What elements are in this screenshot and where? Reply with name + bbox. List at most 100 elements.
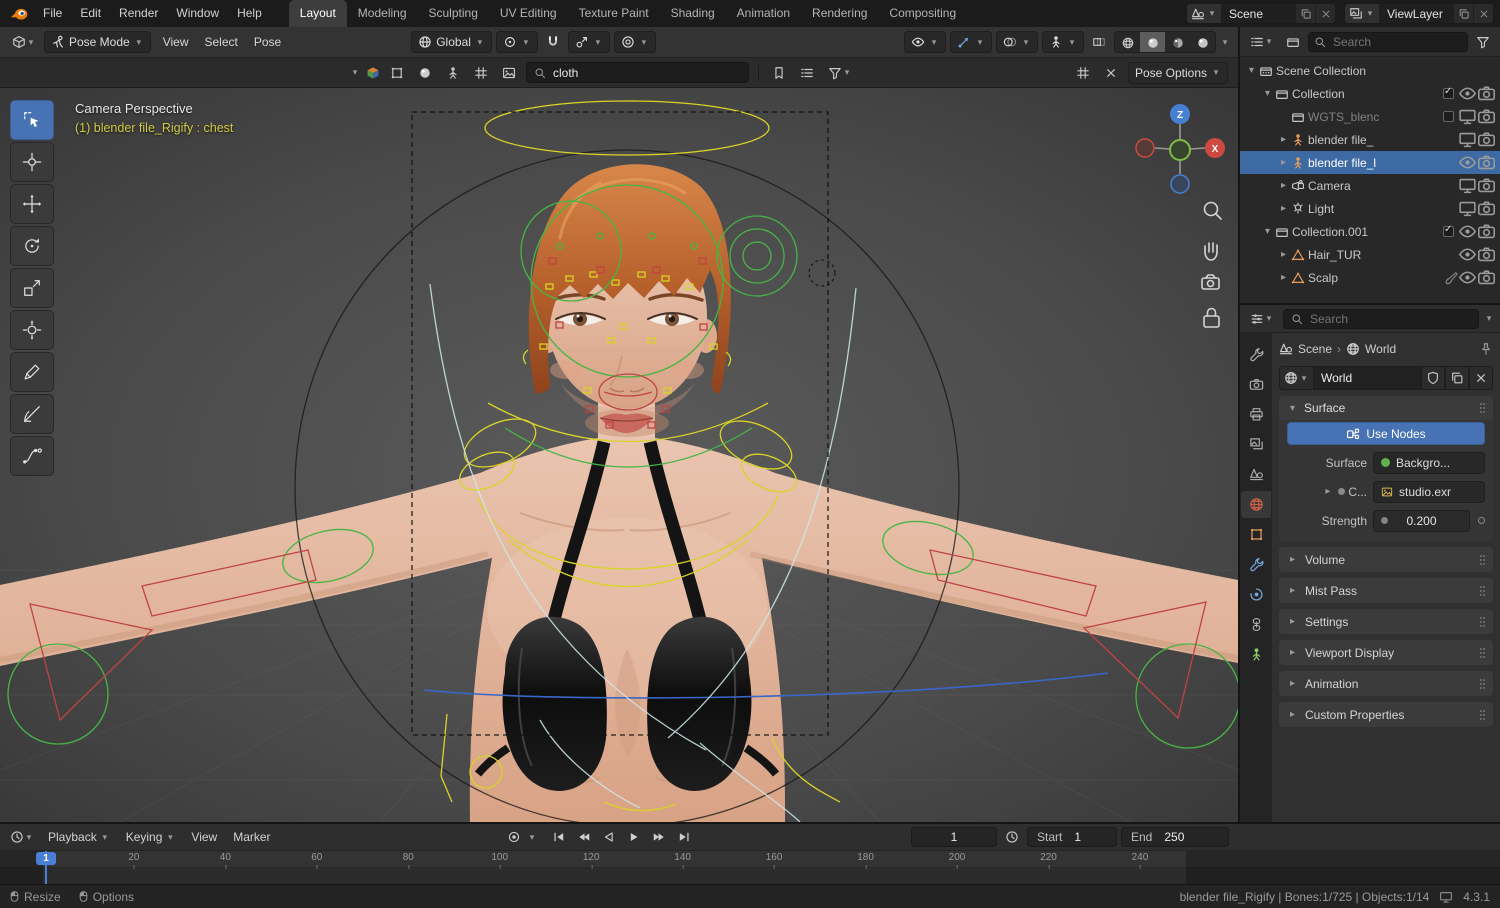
workspace-tab-texture-paint[interactable]: Texture Paint xyxy=(568,0,660,27)
axis-y-ball[interactable] xyxy=(1169,139,1191,161)
panel-settings[interactable]: ▸ Settings xyxy=(1279,609,1493,634)
workspace-tab-modeling[interactable]: Modeling xyxy=(347,0,418,27)
expander-icon[interactable]: ▾ xyxy=(1260,226,1275,237)
jump-end-button[interactable] xyxy=(672,827,696,847)
workspace-tab-rendering[interactable]: Rendering xyxy=(801,0,878,27)
sort-button[interactable] xyxy=(796,62,818,84)
workspace-tab-layout[interactable]: Layout xyxy=(288,0,347,27)
scene-name-field[interactable]: Scene xyxy=(1221,4,1295,23)
xray-toggle[interactable] xyxy=(1088,31,1110,53)
workspace-tab-sculpting[interactable]: Sculpting xyxy=(418,0,489,27)
camera-toggle[interactable] xyxy=(1477,222,1496,241)
outliner-display-button[interactable] xyxy=(1282,31,1304,53)
menu-help[interactable]: Help xyxy=(228,0,271,27)
strength-slider[interactable]: 0.200 xyxy=(1373,509,1470,532)
scene-browse-button[interactable] xyxy=(1187,4,1221,23)
playhead-badge[interactable]: 1 xyxy=(36,852,56,865)
outliner-row-scalp[interactable]: ▸ Scalp xyxy=(1240,266,1500,289)
playhead[interactable]: 1 xyxy=(36,851,56,884)
tool-tweak-button[interactable] xyxy=(10,100,54,140)
viewport-3d-scene[interactable]: Z X xyxy=(0,88,1238,822)
viewlayer-browse-button[interactable] xyxy=(1345,4,1379,23)
expander-icon[interactable]: ▸ xyxy=(1276,180,1291,191)
workspace-tab-uv-editing[interactable]: UV Editing xyxy=(489,0,568,27)
grip-icon[interactable] xyxy=(1478,584,1487,598)
grip-icon[interactable] xyxy=(1478,677,1487,691)
camera-toggle[interactable] xyxy=(1477,107,1496,126)
mode-dropdown[interactable]: Pose Mode xyxy=(44,31,151,53)
outliner-row-collection[interactable]: ▾ Collection xyxy=(1240,82,1500,105)
menu-render[interactable]: Render xyxy=(110,0,167,27)
outliner-row-wgts-blenc[interactable]: WGTS_blenc xyxy=(1240,105,1500,128)
orientation-dropdown[interactable]: Global xyxy=(411,31,492,53)
grip-icon[interactable] xyxy=(1478,615,1487,629)
eye-toggle[interactable] xyxy=(1458,153,1477,172)
surface-panel-header[interactable]: ▾ Surface xyxy=(1279,396,1493,420)
camera-toggle[interactable] xyxy=(1477,199,1496,218)
viewlayer-name-field[interactable]: ViewLayer xyxy=(1379,4,1453,23)
breadcrumb-world[interactable]: World xyxy=(1365,342,1396,356)
screen-toggle[interactable] xyxy=(1458,199,1477,218)
properties-tab-render[interactable] xyxy=(1241,371,1271,398)
visibility-dropdown[interactable] xyxy=(904,31,946,53)
axis-z-neg-ball[interactable] xyxy=(1170,174,1190,194)
timeline-ruler[interactable]: 20 40 60 80 100 120 140 160 180 200 220 240 xyxy=(0,851,1500,869)
animate-decorator[interactable] xyxy=(1478,517,1485,524)
tool-cursor-button[interactable] xyxy=(10,142,54,182)
tool-scale-button[interactable] xyxy=(10,268,54,308)
proportional-dropdown[interactable] xyxy=(613,31,656,53)
grip-icon[interactable] xyxy=(1478,708,1487,722)
timeline-track[interactable] xyxy=(0,868,1500,884)
shelf-search-input[interactable] xyxy=(551,64,741,81)
camera-toggle[interactable] xyxy=(1477,84,1496,103)
shelf-collapse-button[interactable] xyxy=(350,67,360,78)
screen-toggle[interactable] xyxy=(1458,130,1477,149)
viewlayer-delete-button[interactable] xyxy=(1473,4,1493,23)
pose-display-dropdown[interactable] xyxy=(1042,31,1084,53)
workspace-tab-animation[interactable]: Animation xyxy=(726,0,801,27)
properties-tab-object[interactable] xyxy=(1241,521,1271,548)
shading-options-button[interactable] xyxy=(1220,37,1230,48)
current-frame-field[interactable]: 1 xyxy=(911,827,997,847)
tool-annotate-button[interactable] xyxy=(10,352,54,392)
expander-icon[interactable]: ▾ xyxy=(1260,88,1275,99)
scene-delete-button[interactable] xyxy=(1315,4,1335,23)
properties-tab-modifiers[interactable] xyxy=(1241,551,1271,578)
properties-tab-data[interactable] xyxy=(1241,641,1271,668)
grip-icon[interactable] xyxy=(1478,401,1487,415)
properties-editor-button[interactable] xyxy=(1246,308,1278,330)
outliner-row-scene-collection[interactable]: ▾ Scene Collection xyxy=(1240,59,1500,82)
panel-mist-pass[interactable]: ▸ Mist Pass xyxy=(1279,578,1493,603)
eye-toggle[interactable] xyxy=(1458,84,1477,103)
timeline-menu-marker[interactable]: Marker xyxy=(225,824,278,850)
blender-logo-icon[interactable] xyxy=(6,4,32,24)
outliner-row-light[interactable]: ▸ Light xyxy=(1240,197,1500,220)
camera-toggle[interactable] xyxy=(1477,245,1496,264)
play-button[interactable] xyxy=(622,827,646,847)
editor-type-button[interactable] xyxy=(8,31,40,53)
tool-transform-button[interactable] xyxy=(10,310,54,350)
viewlayer-copy-button[interactable] xyxy=(1453,4,1473,23)
outliner-row-camera[interactable]: ▸ Camera xyxy=(1240,174,1500,197)
properties-options-button[interactable] xyxy=(1484,313,1494,324)
viewport-menu-select[interactable]: Select xyxy=(197,27,246,58)
eye-toggle[interactable] xyxy=(1458,222,1477,241)
camera-toggle[interactable] xyxy=(1477,130,1496,149)
scene-copy-button[interactable] xyxy=(1295,4,1315,23)
properties-search-input[interactable] xyxy=(1308,310,1471,327)
shelf-display-button[interactable] xyxy=(1072,62,1094,84)
tool-move-button[interactable] xyxy=(10,184,54,224)
breadcrumb-scene[interactable]: Scene xyxy=(1298,342,1332,356)
grip-icon[interactable] xyxy=(1478,646,1487,660)
menu-window[interactable]: Window xyxy=(167,0,228,27)
viewport-menu-view[interactable]: View xyxy=(155,27,197,58)
properties-tab-viewlayer[interactable] xyxy=(1241,431,1271,458)
shading-solid-button[interactable] xyxy=(1140,32,1165,52)
exclude-checkbox[interactable] xyxy=(1439,86,1458,99)
timeline-menu-view[interactable]: View xyxy=(183,824,225,850)
expander-icon[interactable]: ▸ xyxy=(1276,134,1291,145)
outliner-search-input[interactable] xyxy=(1331,33,1462,50)
search-clear-button[interactable] xyxy=(1100,62,1122,84)
menu-file[interactable]: File xyxy=(34,0,71,27)
properties-tab-tool[interactable] xyxy=(1241,341,1271,368)
